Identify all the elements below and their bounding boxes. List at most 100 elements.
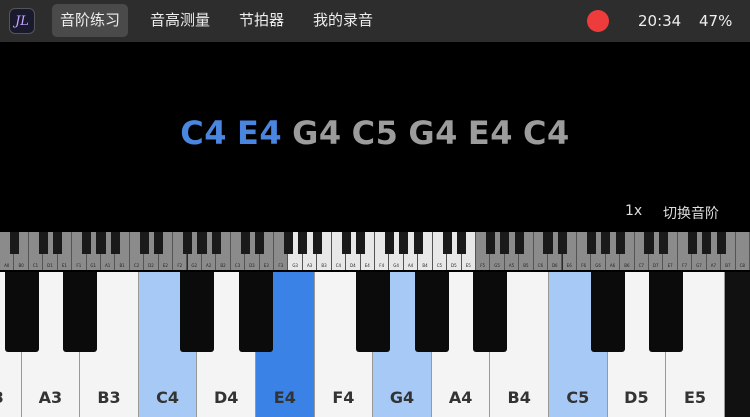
- mini-black-key: [298, 232, 308, 254]
- white-key-label: C4: [156, 388, 180, 407]
- mini-key-label: A0: [4, 263, 10, 268]
- white-key-label: E4: [273, 388, 296, 407]
- tab-my-recordings[interactable]: 我的录音: [305, 4, 381, 37]
- scale-note: G4: [408, 114, 458, 152]
- mini-key-label: C8: [739, 263, 745, 268]
- mini-key-label: C2: [133, 263, 140, 268]
- tab-pitch-measure[interactable]: 音高测量: [142, 4, 218, 37]
- mini-black-key: [384, 232, 395, 254]
- mini-black-key: [53, 232, 63, 254]
- speed-button[interactable]: 1x: [625, 203, 642, 219]
- mini-key-label: A2: [205, 263, 212, 268]
- mini-black-key: [644, 232, 654, 254]
- mini-key-label: E2: [162, 263, 168, 268]
- black-key[interactable]: [590, 272, 625, 352]
- mini-black-key: [96, 232, 106, 254]
- black-key[interactable]: [414, 272, 449, 352]
- mini-key-label: G4: [393, 263, 399, 268]
- mini-key-label: G1: [90, 263, 97, 268]
- mini-key-label: E3: [263, 263, 269, 268]
- mini-key-label: C1: [32, 263, 39, 268]
- scale-note-sequence: C4 E4 G4 C5 G4 E4 C4: [0, 114, 750, 152]
- mini-key-label: D1: [47, 263, 53, 268]
- mini-key-label: F6: [581, 263, 587, 268]
- black-key[interactable]: [356, 272, 391, 352]
- scale-note: C4: [180, 114, 227, 152]
- mini-black-key: [355, 232, 366, 254]
- mini-key-label: F4: [379, 263, 385, 268]
- mini-black-key: [197, 232, 207, 254]
- mini-black-key: [182, 232, 193, 254]
- mini-key-label: E6: [566, 263, 572, 268]
- mini-black-key: [702, 232, 712, 254]
- mini-keyboard-navigator[interactable]: A0 B0 C1 D1 E1 F1 G1 A1 B1 C2 D2 E2 F2 G2 A2 B2 C3 D3 E3 F3…: [0, 232, 750, 270]
- black-key[interactable]: [4, 272, 39, 352]
- music-logo-icon[interactable]: JL: [9, 8, 35, 34]
- white-key-label: D5: [624, 388, 649, 407]
- mini-key-label: D3: [249, 263, 255, 268]
- white-key-label: G3: [0, 388, 21, 407]
- mini-key-label: G2: [191, 263, 198, 268]
- mini-black-key: [601, 232, 611, 254]
- mini-black-key: [312, 232, 322, 254]
- mini-black-key: [255, 232, 265, 254]
- mini-black-key: [514, 232, 524, 254]
- white-key-label: A4: [448, 388, 473, 407]
- mini-black-key: [38, 232, 48, 254]
- mini-black-key: [442, 232, 452, 254]
- scale-note: C4: [523, 114, 570, 152]
- mini-key-label: B6: [624, 263, 630, 268]
- mini-key-label: A7: [710, 263, 717, 268]
- piano-keyboard: G3 A3 B3 C4 D4 E4 F4 G4 A4 B4 C5 D5 E5: [0, 272, 750, 417]
- mini-key-label: C6: [537, 263, 544, 268]
- black-key[interactable]: [649, 272, 684, 352]
- mini-key-label: A6: [609, 263, 616, 268]
- white-key-label: E5: [683, 388, 707, 407]
- mini-key-label: D4: [350, 263, 356, 268]
- mini-black-key: [557, 232, 568, 254]
- mini-key-label: G5: [494, 263, 500, 268]
- mini-black-key: [81, 232, 92, 254]
- mini-key-label: C5: [436, 263, 443, 268]
- black-key[interactable]: [473, 272, 508, 352]
- mini-key-label: F7: [682, 263, 688, 268]
- top-bar: JL 音阶练习 音高测量 节拍器 我的录音 20:34 47%: [0, 0, 750, 42]
- white-key-label: B4: [507, 388, 531, 407]
- mini-key-label: B1: [119, 263, 125, 268]
- mini-key-label: C4: [335, 263, 342, 268]
- record-button[interactable]: [587, 10, 609, 32]
- white-key-label: A3: [38, 388, 63, 407]
- mini-key-label: B0: [18, 263, 24, 268]
- scale-note: C5: [351, 114, 399, 152]
- mini-key-label: A5: [508, 263, 515, 268]
- mini-black-key: [543, 232, 553, 254]
- scale-note: E4: [467, 114, 514, 152]
- mini-key-label: A4: [407, 263, 414, 268]
- mini-key-label: D7: [652, 263, 659, 268]
- mini-black-key: [615, 232, 625, 254]
- mini-black-key: [9, 232, 20, 254]
- mini-black-key: [658, 232, 669, 254]
- mini-black-key: [211, 232, 221, 254]
- mini-key-label: A3: [306, 263, 313, 268]
- black-key[interactable]: [180, 272, 215, 352]
- white-key-label: B3: [97, 388, 121, 407]
- black-key[interactable]: [63, 272, 98, 352]
- white-key-label: C5: [566, 388, 590, 407]
- mini-key-label: E7: [667, 263, 673, 268]
- mini-key-label: F5: [480, 263, 486, 268]
- status-time: 20:34: [638, 12, 682, 30]
- mini-black-key: [154, 232, 164, 254]
- mini-key-label: B5: [523, 263, 529, 268]
- mini-key-label: E4: [364, 263, 370, 268]
- mini-black-key: [240, 232, 250, 254]
- switch-scale-button[interactable]: 切换音阶: [663, 203, 719, 223]
- tab-scale-practice[interactable]: 音阶练习: [52, 4, 129, 37]
- mini-key-label: B7: [725, 263, 731, 268]
- mini-key-label: F1: [76, 263, 82, 268]
- mini-black-key: [283, 232, 294, 254]
- mini-black-key: [399, 232, 409, 254]
- white-key-label: G4: [389, 388, 415, 407]
- black-key[interactable]: [239, 272, 273, 352]
- tab-metronome[interactable]: 节拍器: [231, 4, 292, 37]
